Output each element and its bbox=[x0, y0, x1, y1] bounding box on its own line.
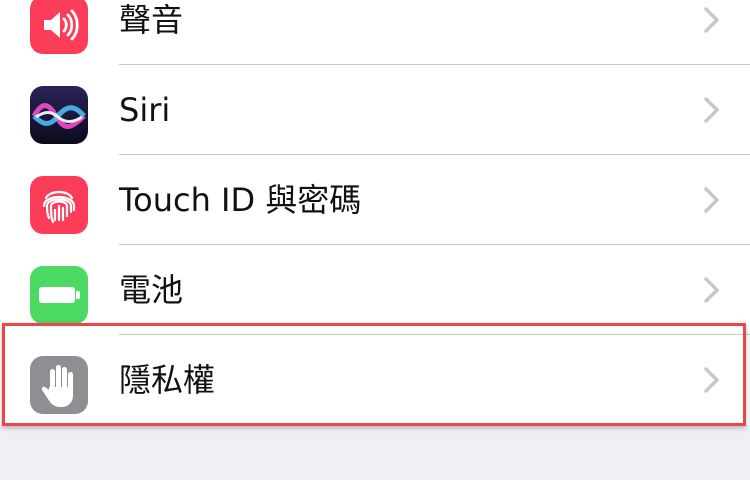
speaker-icon bbox=[30, 0, 88, 54]
settings-row-touch-id[interactable]: Touch ID 與密碼 bbox=[0, 155, 750, 245]
chevron-right-icon bbox=[704, 277, 719, 303]
chevron-right-icon bbox=[704, 187, 719, 213]
row-label: 隱私權 bbox=[119, 361, 216, 399]
settings-row-battery[interactable]: 電池 bbox=[0, 245, 750, 335]
siri-icon bbox=[30, 86, 88, 144]
chevron-right-icon bbox=[704, 97, 719, 123]
hand-icon bbox=[30, 356, 88, 414]
chevron-right-icon bbox=[704, 367, 719, 393]
row-label: Siri bbox=[119, 91, 171, 129]
settings-row-siri[interactable]: Siri bbox=[0, 65, 750, 155]
chevron-right-icon bbox=[704, 7, 719, 33]
row-label: 電池 bbox=[119, 271, 184, 309]
fingerprint-icon bbox=[30, 176, 88, 234]
row-label: Touch ID 與密碼 bbox=[119, 181, 362, 219]
settings-row-privacy[interactable]: 隱私權 bbox=[0, 335, 750, 425]
settings-row-sounds[interactable]: 聲音 bbox=[0, 0, 750, 65]
row-label: 聲音 bbox=[119, 1, 184, 39]
settings-list: 聲音 Siri Touch ID 與密碼 電池 隱私權 bbox=[0, 0, 750, 425]
battery-icon bbox=[30, 266, 88, 324]
